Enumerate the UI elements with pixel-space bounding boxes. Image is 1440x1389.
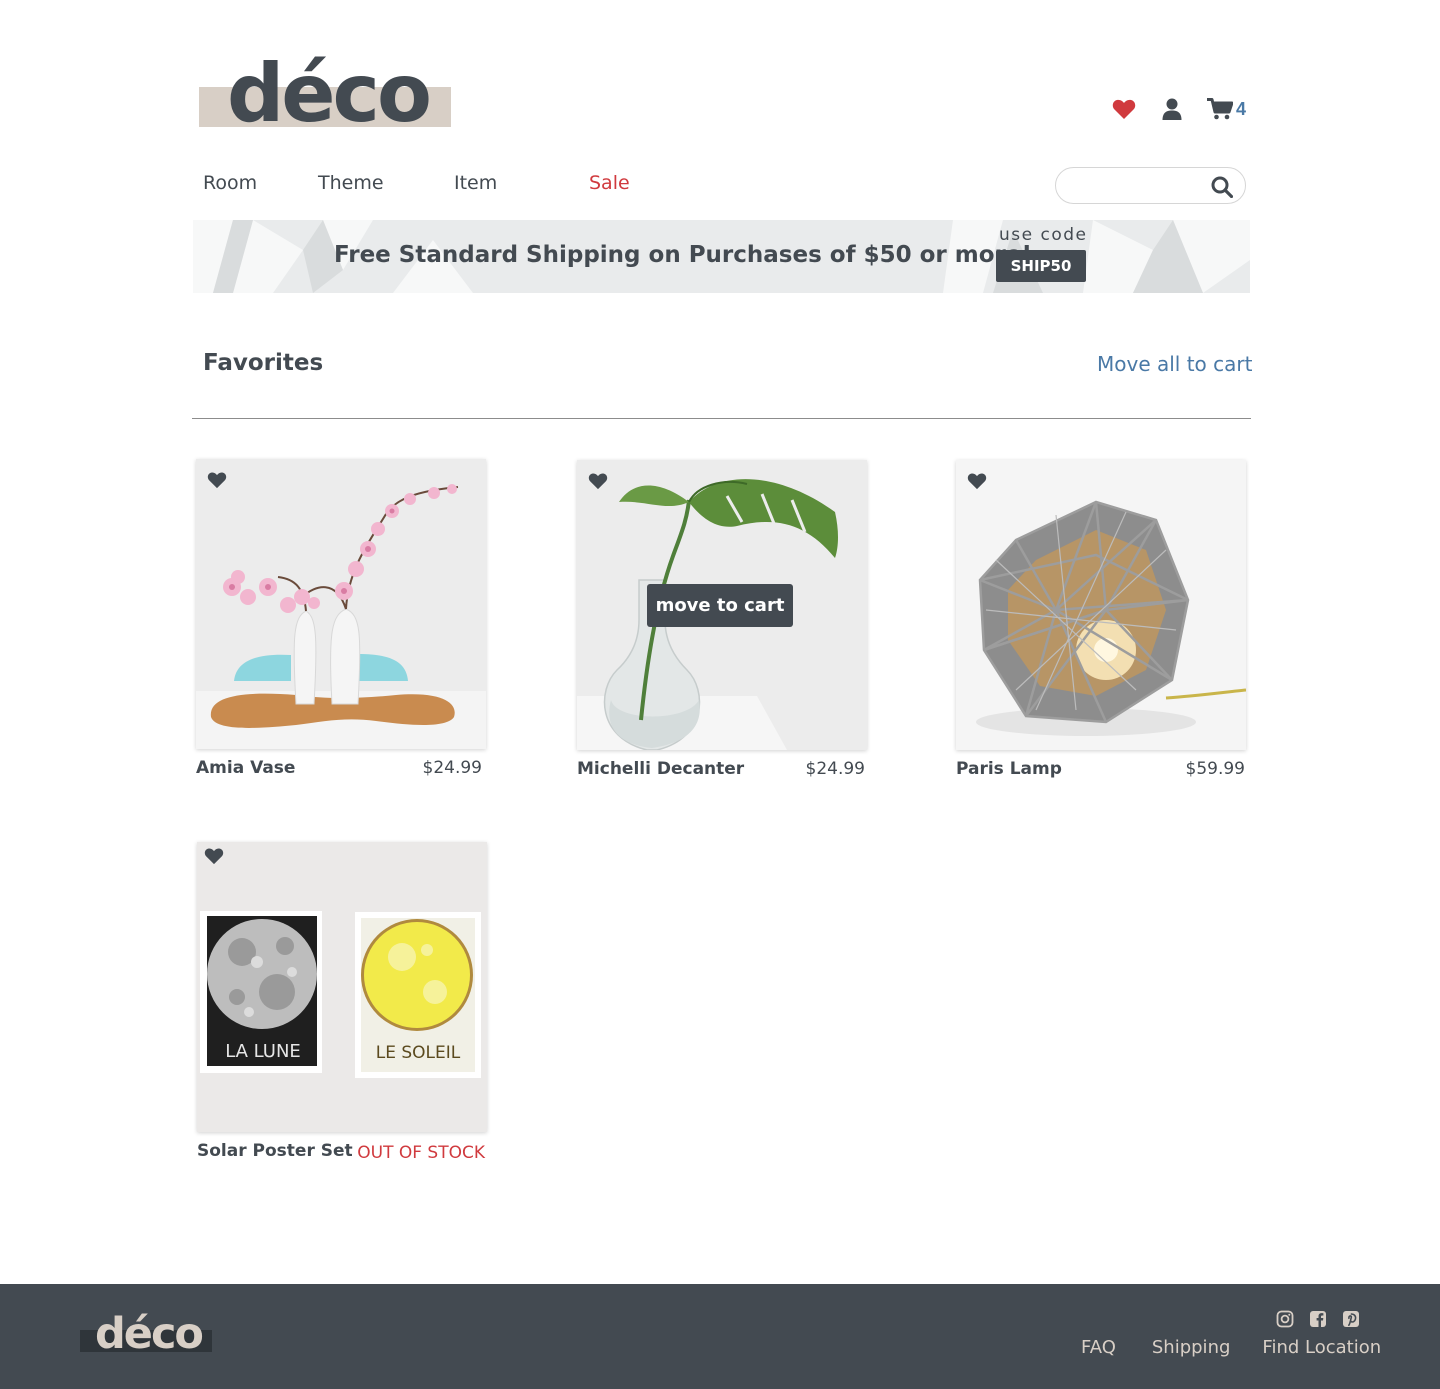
- page-title: Favorites: [203, 350, 324, 376]
- out-of-stock-label: OUT OF STOCK: [357, 1143, 485, 1163]
- user-icon[interactable]: [1160, 96, 1184, 122]
- footer-logo-text: déco: [95, 1309, 204, 1359]
- search-icon[interactable]: [1211, 176, 1234, 199]
- footer-link-faq[interactable]: FAQ: [1081, 1337, 1116, 1358]
- instagram-icon[interactable]: [1276, 1310, 1294, 1328]
- cart-icon[interactable]: [1206, 96, 1234, 122]
- nav-item-room[interactable]: Room: [203, 172, 318, 202]
- facebook-icon[interactable]: [1309, 1310, 1327, 1328]
- footer-link-shipping[interactable]: Shipping: [1152, 1337, 1231, 1358]
- nav-item-item[interactable]: Item: [454, 172, 589, 202]
- vase-illustration: [196, 459, 486, 749]
- favorite-heart-icon[interactable]: [588, 472, 608, 490]
- header-actions: 4: [1110, 94, 1246, 124]
- shipping-banner: Free Standard Shipping on Purchases of $…: [193, 220, 1250, 293]
- site-logo[interactable]: déco: [199, 54, 451, 134]
- product-image[interactable]: LA LUNE LE SOLEIL: [197, 842, 487, 1132]
- cart-count-badge[interactable]: 4: [1236, 99, 1246, 120]
- footer-link-find-location[interactable]: Find Location: [1262, 1337, 1381, 1358]
- nav-item-theme[interactable]: Theme: [318, 172, 454, 202]
- footer: déco FAQ Shipping Find Location: [0, 1284, 1440, 1389]
- footer-links: FAQ Shipping Find Location: [1081, 1337, 1381, 1358]
- product-name[interactable]: Amia Vase: [196, 758, 295, 778]
- product-image[interactable]: [196, 459, 486, 749]
- product-price: $24.99: [422, 758, 482, 778]
- product-name[interactable]: Michelli Decanter: [577, 759, 744, 779]
- product-image[interactable]: [956, 460, 1246, 750]
- search-input[interactable]: [1070, 174, 1210, 198]
- poster-label-la-lune: LA LUNE: [225, 1041, 301, 1062]
- lamp-illustration: [956, 460, 1246, 750]
- search-box: [1055, 167, 1246, 204]
- promo-code-badge[interactable]: SHIP50: [996, 250, 1086, 282]
- product-name[interactable]: Paris Lamp: [956, 759, 1062, 779]
- favorite-heart-icon[interactable]: [204, 847, 224, 865]
- product-name[interactable]: Solar Poster Set: [197, 1141, 353, 1161]
- main-nav: Room Theme Item Sale: [203, 172, 630, 202]
- poster-label-le-soleil: LE SOLEIL: [376, 1043, 461, 1063]
- social-links: [1276, 1310, 1375, 1328]
- product-price: $59.99: [1185, 759, 1245, 779]
- favorite-heart-icon[interactable]: [207, 471, 227, 489]
- move-to-cart-button[interactable]: move to cart: [647, 584, 793, 627]
- pinterest-icon[interactable]: [1342, 1310, 1360, 1328]
- banner-message: Free Standard Shipping on Purchases of $…: [334, 242, 1032, 268]
- heart-icon[interactable]: [1110, 95, 1138, 123]
- move-all-to-cart-link[interactable]: Move all to cart: [1097, 352, 1252, 376]
- footer-logo[interactable]: déco: [80, 1309, 212, 1359]
- use-code-label: use code: [999, 225, 1088, 245]
- divider: [192, 418, 1251, 419]
- product-price: $24.99: [805, 759, 865, 779]
- logo-text: déco: [227, 47, 432, 140]
- product-image[interactable]: move to cart: [577, 460, 867, 750]
- poster-illustration: LA LUNE LE SOLEIL: [197, 842, 487, 1132]
- favorite-heart-icon[interactable]: [967, 472, 987, 490]
- nav-item-sale[interactable]: Sale: [589, 172, 630, 202]
